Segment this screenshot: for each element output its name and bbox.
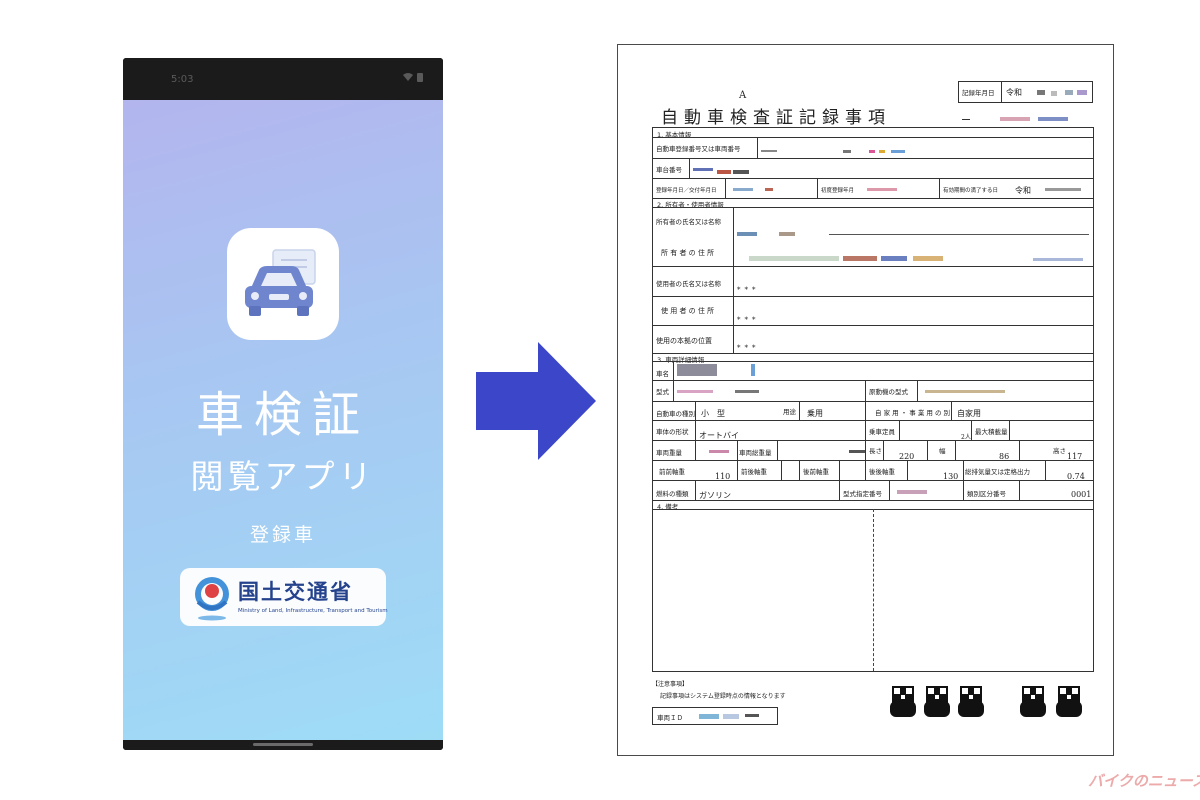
base-location-value: *** bbox=[737, 344, 760, 352]
label-rear-front-axle: 後前軸重 bbox=[803, 468, 829, 476]
label-reg-number: 自動車登録番号又は車両番号 bbox=[656, 145, 741, 153]
ministry-logo-icon bbox=[195, 577, 229, 621]
watermark-logo: バイクのニュース bbox=[1088, 772, 1200, 790]
record-date-value: 令和 bbox=[1006, 88, 1022, 97]
label-chassis-number: 車台番号 bbox=[656, 166, 682, 174]
label-car-name: 車名 bbox=[656, 370, 669, 378]
label-max-load: 最大積載量 bbox=[975, 428, 1008, 436]
ministry-english-name: Ministry of Land, Infrastructure, Transp… bbox=[238, 608, 388, 614]
app-title-line2: 閲覧アプリ bbox=[190, 457, 376, 496]
user-address-value: *** bbox=[737, 316, 760, 324]
status-bar: 5:03 bbox=[123, 58, 443, 100]
battery-icon bbox=[417, 73, 423, 82]
app-splash-screen: 車検証 閲覧アプリ 登録車 国土交通省 Ministry of Land, In… bbox=[123, 100, 443, 740]
label-length: 長さ bbox=[869, 447, 882, 455]
label-fuel-type: 燃料の種類 bbox=[656, 490, 689, 498]
label-weight: 車両重量 bbox=[656, 449, 682, 457]
document-mark: A bbox=[739, 90, 747, 101]
notes-text: 記録事項はシステム登録時点の情報となります bbox=[660, 693, 786, 700]
app-title-line1: 車検証 bbox=[195, 387, 370, 443]
label-rear-rear-axle: 後後軸重 bbox=[869, 468, 895, 476]
label-vehicle-type: 自動車の種別 bbox=[656, 410, 695, 418]
right-arrow-icon bbox=[476, 342, 596, 460]
document-title: 自動車検査証記録事項 bbox=[661, 108, 891, 128]
app-subtitle: 登録車 bbox=[249, 524, 316, 546]
label-user-address: 使 用 者 の 住 所 bbox=[661, 307, 715, 315]
label-owner-address: 所 有 者 の 住 所 bbox=[661, 249, 715, 257]
label-body-shape: 車体の形状 bbox=[656, 428, 689, 436]
vehicle-type-value: 小 型 bbox=[701, 409, 725, 418]
label-base-location: 使用の本拠の位置 bbox=[656, 337, 712, 345]
label-engine-model: 原動機の型式 bbox=[869, 388, 908, 396]
usage-value: 乗用 bbox=[807, 409, 823, 418]
ministry-badge: 国土交通省 Ministry of Land, Infrastructure, … bbox=[180, 568, 388, 626]
app-icon[interactable] bbox=[227, 228, 339, 340]
status-time: 5:03 bbox=[171, 74, 194, 85]
record-date-label: 記録年月日 bbox=[962, 89, 995, 97]
label-capacity: 乗車定員 bbox=[869, 428, 895, 436]
label-category-number: 類別区分番号 bbox=[967, 490, 1006, 498]
vehicle-id-label: 車両ＩＤ bbox=[657, 714, 683, 722]
label-displacement: 総排気量又は定格出力 bbox=[965, 468, 1030, 476]
label-height: 高さ bbox=[1053, 447, 1066, 455]
notes-title: 【注意事項】 bbox=[652, 681, 689, 688]
ministry-name: 国土交通省 bbox=[238, 580, 353, 604]
label-front-rear-axle: 前後軸重 bbox=[741, 468, 767, 476]
label-private-business: 自 家 用 ・ 事 業 用 の 別 bbox=[875, 409, 951, 417]
wifi-icon bbox=[403, 73, 413, 81]
label-gross-weight: 車両総重量 bbox=[739, 449, 772, 457]
record-form: 1. 基本情報 自動車登録番号又は車両番号 車台番号 登録年月日／交付年月日 初… bbox=[652, 127, 1094, 672]
user-name-value: *** bbox=[737, 286, 760, 294]
label-front-axle: 前前軸重 bbox=[659, 468, 685, 476]
label-model: 型式 bbox=[656, 388, 669, 396]
section-vehicle: 3. 車両詳細情報 bbox=[657, 356, 705, 364]
label-type-designation: 型式指定番号 bbox=[843, 490, 882, 498]
label-expiry: 有効期間の満了する日 bbox=[943, 188, 999, 194]
vehicle-id-box: 車両ＩＤ bbox=[652, 707, 778, 725]
home-handle[interactable] bbox=[253, 743, 313, 746]
record-date-box: 記録年月日 令和 bbox=[958, 81, 1093, 103]
label-usage: 用途 bbox=[783, 408, 796, 416]
label-user-name: 使用者の氏名又は名称 bbox=[656, 280, 721, 288]
expiry-value: 令和 bbox=[1015, 186, 1031, 195]
vehicle-inspection-record: A 自動車検査証記録事項 記録年月日 令和 1. 基本情報 自動車登録番号又は車… bbox=[617, 44, 1114, 756]
status-icons bbox=[403, 72, 423, 82]
label-reg-date: 登録年月日／交付年月日 bbox=[656, 188, 717, 194]
category-number-value: 0001 bbox=[1071, 490, 1092, 499]
private-business-value: 自家用 bbox=[957, 409, 981, 418]
label-first-reg: 初度登録年月 bbox=[821, 188, 855, 194]
label-owner-name: 所有者の氏名又は名称 bbox=[656, 218, 721, 226]
car-document-icon bbox=[245, 249, 316, 316]
phone-mockup: 5:03 車検証 閲覧アプリ 登録車 国土交通省 Ministry of Lan… bbox=[123, 58, 443, 750]
navigation-bar bbox=[123, 740, 443, 750]
label-width: 幅 bbox=[939, 447, 946, 455]
